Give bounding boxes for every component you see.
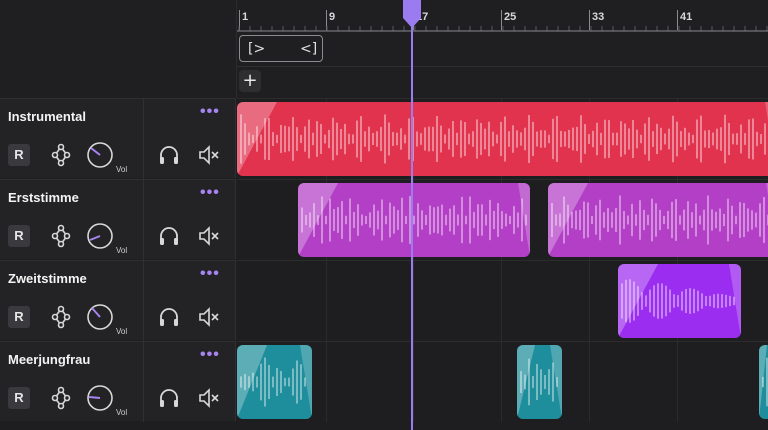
volume-knob-icon[interactable] xyxy=(86,303,116,333)
waveform xyxy=(298,183,530,257)
audio-clip[interactable] xyxy=(298,183,530,257)
loop-region[interactable]: [> <] xyxy=(239,35,323,62)
playhead-handle-icon[interactable] xyxy=(402,0,422,30)
track-name[interactable]: Zweitstimme xyxy=(8,271,87,286)
headphones-icon[interactable] xyxy=(158,307,180,327)
waveform xyxy=(517,345,562,419)
grid-line xyxy=(677,342,678,422)
track-header-erststimme[interactable]: Erststimme ••• R Vol xyxy=(0,179,236,260)
track-menu-icon[interactable]: ••• xyxy=(200,265,220,283)
automation-icon[interactable] xyxy=(50,305,72,329)
grid-line xyxy=(413,261,414,341)
mute-icon[interactable] xyxy=(198,307,222,327)
volume-label: Vol xyxy=(116,165,128,174)
track-menu-icon[interactable]: ••• xyxy=(200,184,220,202)
track-header-instrumental[interactable]: Instrumental ••• R Vol xyxy=(0,98,236,179)
audio-clip[interactable] xyxy=(759,345,768,419)
volume-label: Vol xyxy=(116,408,128,417)
audio-clip[interactable] xyxy=(548,183,768,257)
volume-label: Vol xyxy=(116,246,128,255)
track-lane-meerjungfrau[interactable] xyxy=(237,341,768,422)
track-header-zweitstimme[interactable]: Zweitstimme ••• R Vol xyxy=(0,260,236,341)
headphones-icon[interactable] xyxy=(158,226,180,246)
headphones-icon[interactable] xyxy=(158,388,180,408)
timeline-ruler[interactable]: 1 9 17 25 33 41 xyxy=(237,0,768,33)
header-divider xyxy=(143,261,144,341)
add-track-row: + xyxy=(237,66,768,99)
track-name[interactable]: Instrumental xyxy=(8,109,86,124)
track-header-spacer xyxy=(0,0,237,98)
grid-line xyxy=(326,261,327,341)
loop-start-handle-icon[interactable]: [> xyxy=(248,41,265,57)
loop-end-handle-icon[interactable]: <] xyxy=(300,41,317,57)
audio-clip[interactable] xyxy=(517,345,562,419)
automation-icon[interactable] xyxy=(50,386,72,410)
mute-icon[interactable] xyxy=(198,388,222,408)
header-divider xyxy=(143,180,144,260)
track-name[interactable]: Meerjungfrau xyxy=(8,352,90,367)
record-arm-button[interactable]: R xyxy=(8,225,30,247)
grid-line xyxy=(589,342,590,422)
volume-knob-icon[interactable] xyxy=(86,222,116,252)
track-menu-icon[interactable]: ••• xyxy=(200,103,220,121)
grid-line xyxy=(501,261,502,341)
volume-knob-icon[interactable] xyxy=(86,141,116,171)
headphones-icon[interactable] xyxy=(158,145,180,165)
track-lane-erststimme[interactable] xyxy=(237,179,768,260)
audio-clip[interactable] xyxy=(237,102,768,176)
loop-region-row: [> <] xyxy=(237,32,768,65)
waveform xyxy=(548,183,768,257)
grid-line xyxy=(589,261,590,341)
mute-icon[interactable] xyxy=(198,145,222,165)
track-lane-instrumental[interactable] xyxy=(237,98,768,179)
add-track-button[interactable]: + xyxy=(239,70,261,92)
audio-clip[interactable] xyxy=(237,345,312,419)
ruler-minor-ticks xyxy=(237,26,768,32)
automation-icon[interactable] xyxy=(50,143,72,167)
waveform xyxy=(237,102,768,176)
waveform xyxy=(618,264,741,338)
record-arm-button[interactable]: R xyxy=(8,306,30,328)
mute-icon[interactable] xyxy=(198,226,222,246)
automation-icon[interactable] xyxy=(50,224,72,248)
waveform xyxy=(759,345,768,419)
volume-label: Vol xyxy=(116,327,128,336)
volume-knob-icon[interactable] xyxy=(86,384,116,414)
track-header-meerjungfrau[interactable]: Meerjungfrau ••• R Vol xyxy=(0,341,236,422)
track-menu-icon[interactable]: ••• xyxy=(200,346,220,364)
grid-line xyxy=(326,342,327,422)
grid-line xyxy=(501,342,502,422)
track-lane-zweitstimme[interactable] xyxy=(237,260,768,341)
header-divider xyxy=(143,342,144,422)
record-arm-button[interactable]: R xyxy=(8,144,30,166)
playhead[interactable] xyxy=(411,0,413,430)
audio-clip[interactable] xyxy=(618,264,741,338)
grid-line xyxy=(413,342,414,422)
track-name[interactable]: Erststimme xyxy=(8,190,79,205)
waveform xyxy=(237,345,312,419)
header-divider xyxy=(143,99,144,179)
record-arm-button[interactable]: R xyxy=(8,387,30,409)
